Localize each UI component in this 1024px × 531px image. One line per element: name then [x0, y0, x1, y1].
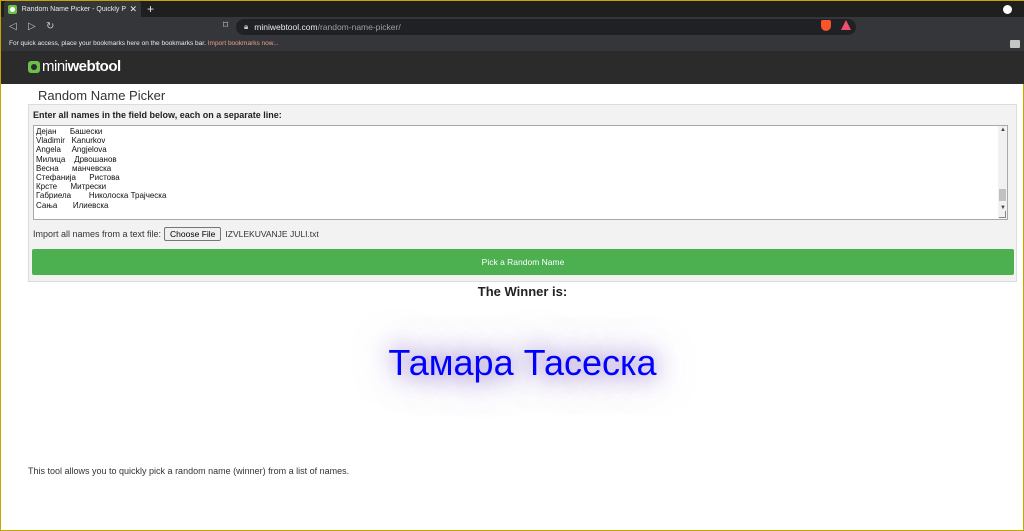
import-row: Import all names from a text file: Choos…	[33, 227, 319, 241]
name-line: Angela Angjelova	[36, 145, 107, 155]
resize-handle-icon[interactable]	[999, 211, 1006, 218]
site-favicon-icon	[8, 5, 17, 14]
winner-name: Тамара Тасеска	[388, 342, 657, 383]
other-bookmarks-folder-icon[interactable]	[1010, 40, 1020, 48]
browser-toolbar: ◁ ▷ ↻ ⌑ 🔒︎ miniwebtool.com /random-name-…	[1, 17, 1024, 37]
close-tab-icon[interactable]: ✕	[129, 4, 137, 15]
names-list: Дејан Башески Vladimir Kanurkov Angela Ang…	[36, 127, 166, 210]
tool-description: This tool allows you to quickly pick a r…	[28, 466, 350, 476]
site-logo[interactable]: mini webtool	[28, 58, 121, 75]
winner-heading: The Winner is:	[477, 284, 568, 299]
site-header: mini webtool	[1, 52, 1024, 84]
bookmarks-prompt: For quick access, place your bookmarks h…	[9, 40, 279, 47]
new-tab-button[interactable]: +	[147, 2, 154, 16]
url-host: miniwebtool.com	[254, 22, 318, 32]
names-textarea[interactable]: Дејан Башески Vladimir Kanurkov Angela Ang…	[33, 125, 1008, 220]
lock-icon: 🔒︎	[244, 22, 249, 31]
name-line: Стефанија Ристова	[36, 173, 120, 183]
textarea-scrollbar[interactable]: ▲ ▼	[998, 126, 1007, 219]
name-line: Дејан Башески	[36, 127, 103, 136]
back-icon[interactable]: ◁	[9, 20, 17, 34]
brave-shield-icon[interactable]	[821, 20, 831, 31]
import-label: Import all names from a text file:	[33, 229, 162, 239]
choose-file-button[interactable]: Choose File	[164, 227, 222, 241]
name-line: Крсте Митрески	[36, 182, 107, 192]
address-bar[interactable]: 🔒︎ miniwebtool.com /random-name-picker/	[236, 19, 856, 35]
names-instruction: Enter all names in the field below, each…	[33, 110, 282, 120]
browser-tab[interactable]: Random Name Picker - Quickly P ✕	[4, 1, 141, 18]
scroll-thumb[interactable]	[999, 189, 1006, 201]
name-line: Габриела Николоска Трајческа	[36, 191, 167, 201]
name-line: Сања Илиевска	[36, 200, 109, 210]
forward-icon[interactable]: ▷	[28, 20, 36, 34]
selected-file-name: IZVLEKUVANJE JULI.txt	[225, 229, 319, 239]
brave-rewards-icon[interactable]	[841, 20, 851, 30]
import-bookmarks-link[interactable]: Import bookmarks now...	[208, 40, 279, 47]
bookmark-icon[interactable]: ⌑	[223, 20, 228, 31]
pick-random-name-button[interactable]: Pick a Random Name	[32, 249, 1014, 275]
page-title: Random Name Picker	[38, 88, 166, 103]
tab-title: Random Name Picker - Quickly P	[21, 6, 126, 13]
name-picker-form: Enter all names in the field below, each…	[28, 104, 1017, 282]
bookmarks-bar: For quick access, place your bookmarks h…	[1, 37, 1024, 52]
browser-window: Random Name Picker - Quickly P ✕ + ◁ ▷ ↻…	[0, 0, 1024, 531]
url-path: /random-name-picker/	[317, 22, 401, 32]
name-line: Vladimir Kanurkov	[36, 136, 106, 146]
name-line: Милица Дрвошанов	[36, 154, 117, 164]
gear-logo-icon	[28, 60, 40, 73]
profile-icon[interactable]	[1003, 5, 1012, 14]
reload-icon[interactable]: ↻	[46, 20, 54, 34]
name-line: Весна манчевска	[36, 163, 112, 173]
tab-strip: Random Name Picker - Quickly P ✕ +	[1, 0, 1024, 18]
scroll-up-icon[interactable]: ▲	[1000, 127, 1006, 133]
